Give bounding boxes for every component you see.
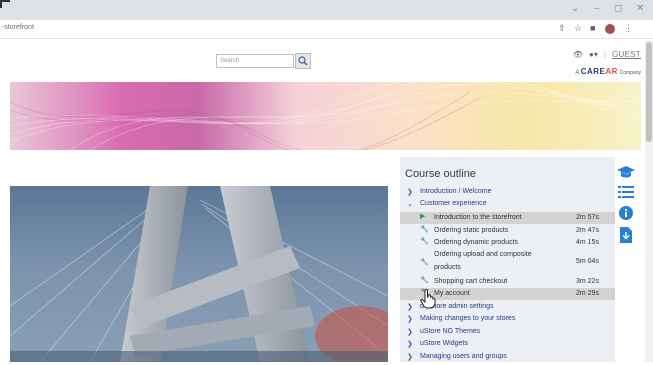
wrench-icon: 🔧 — [420, 277, 429, 284]
graduation-cap-icon — [617, 166, 635, 178]
bookmark-star-icon[interactable]: ☆ — [574, 23, 582, 34]
section-label: uStore Widgets — [420, 340, 468, 347]
brand-suffix: Company — [619, 70, 641, 76]
tab-list-chevron-icon[interactable]: ⌄ — [571, 3, 579, 14]
lesson-duration: 2m 57s — [576, 214, 599, 221]
user-menu-icon[interactable]: ●▾ — [589, 50, 598, 59]
download-icon — [620, 227, 632, 243]
browser-menu-icon[interactable]: ⋮ — [624, 23, 633, 34]
search-input[interactable]: Search — [216, 54, 294, 68]
course-outline-title: Course outline — [405, 168, 476, 180]
lesson-label-line-2: products — [434, 264, 461, 271]
list-button[interactable] — [616, 183, 636, 201]
profile-avatar[interactable] — [605, 24, 615, 34]
search-button[interactable] — [295, 53, 311, 69]
chevron-right-icon: ❯ — [407, 189, 413, 196]
lesson-duration: 4m 15s — [576, 239, 599, 246]
graduation-cap-button[interactable] — [616, 163, 636, 181]
eye-icon[interactable]: 👁 — [573, 50, 583, 59]
section-label: Introduction / Welcome — [420, 188, 492, 195]
section-label: Customer experience — [420, 200, 487, 207]
lesson-duration: 5m 04s — [576, 258, 599, 265]
section-label: uStore NG Themes — [420, 328, 481, 335]
scrollbar-thumb[interactable] — [646, 42, 652, 142]
page-scrollbar[interactable] — [645, 40, 653, 362]
wrench-icon: 🔧 — [420, 259, 429, 266]
browser-tab-strip: ⌄ – ◻ ✕ — [0, 0, 653, 20]
wrench-icon: 🔧 — [420, 238, 429, 245]
lesson-ordering-upload-and-composite-products[interactable]: 🔧 Ordering upload and composite products… — [400, 250, 615, 276]
lesson-duration: 2m 29s — [576, 290, 599, 297]
divider: | — [603, 50, 606, 59]
section-ustore-ng-themes[interactable]: ❯ uStore NG Themes — [400, 328, 615, 340]
brand-prefix: A — [575, 70, 580, 76]
chevron-right-icon: ❯ — [407, 354, 413, 361]
side-panel-icon[interactable]: ■ — [590, 23, 595, 33]
lesson-duration: 2m 47s — [576, 227, 599, 234]
close-icon[interactable]: ✕ — [636, 3, 644, 14]
lesson-label: Ordering static products — [434, 227, 509, 234]
brand-name-2: AR — [605, 67, 618, 76]
share-icon[interactable]: ⇧ — [558, 23, 566, 34]
video-player[interactable] — [10, 186, 388, 362]
corner-mark — [0, 0, 10, 8]
download-button[interactable] — [616, 226, 636, 244]
search-icon — [298, 56, 308, 66]
guest-link[interactable]: GUEST — [612, 50, 641, 59]
url-text: -storefront — [2, 24, 34, 31]
lesson-label: Introduction to the storefront — [434, 214, 522, 221]
section-managing-users-and-groups[interactable]: ❯ Managing users and groups — [400, 353, 615, 365]
lesson-label: My account — [434, 290, 470, 297]
chevron-right-icon: ❯ — [407, 304, 413, 311]
header-user-area: 👁 ●▾ | GUEST — [573, 50, 641, 59]
hand-cursor-icon — [420, 289, 436, 309]
maximize-icon[interactable]: ◻ — [614, 3, 622, 14]
chevron-right-icon: ❯ — [407, 316, 413, 323]
lesson-label: Shopping cart checkout — [434, 278, 508, 285]
wrench-icon: 🔧 — [420, 226, 429, 233]
bridge-image — [10, 186, 388, 362]
info-button[interactable] — [616, 204, 636, 222]
lesson-label: Ordering dynamic products — [434, 239, 519, 246]
site-header: Search 👁 ●▾ | GUEST A CAREAR Company — [0, 40, 653, 82]
brand-logo: A CAREAR Company — [575, 67, 641, 76]
lesson-ordering-static-products[interactable]: 🔧 Ordering static products 2m 47s — [400, 225, 615, 237]
section-ustore-widgets[interactable]: ❯ uStore Widgets — [400, 340, 615, 352]
section-making-changes-to-your-stores[interactable]: ❯ Making changes to your stores — [400, 315, 615, 327]
course-outline-panel: Course outline ❯ Introduction / Welcome … — [400, 157, 615, 362]
lesson-duration: 3m 22s — [576, 278, 599, 285]
section-label: Managing users and groups — [420, 353, 507, 360]
minimize-icon[interactable]: – — [594, 3, 600, 14]
lesson-introduction-to-the-storefront[interactable]: ▶ Introduction to the storefront 2m 57s — [400, 212, 615, 224]
lesson-label-line-1: Ordering upload and composite — [434, 251, 532, 258]
section-customer-experience[interactable]: ⌄ Customer experience — [400, 200, 615, 212]
chevron-down-icon: ⌄ — [407, 201, 413, 208]
banner-image — [10, 82, 641, 150]
address-bar[interactable]: -storefront ⇧ ☆ ■ ⋮ — [0, 20, 653, 39]
banner-waves — [10, 82, 641, 150]
brand-name-1: CARE — [580, 67, 606, 76]
play-icon: ▶ — [420, 213, 426, 220]
lesson-ordering-dynamic-products[interactable]: 🔧 Ordering dynamic products 4m 15s — [400, 237, 615, 249]
section-introduction-welcome[interactable]: ❯ Introduction / Welcome — [400, 188, 615, 200]
info-icon — [619, 206, 633, 220]
chevron-right-icon: ❯ — [407, 329, 413, 336]
lesson-shopping-cart-checkout[interactable]: 🔧 Shopping cart checkout 3m 22s — [400, 276, 615, 288]
chevron-right-icon: ❯ — [407, 341, 413, 348]
list-icon — [618, 186, 634, 198]
section-label: Making changes to your stores — [420, 315, 516, 322]
